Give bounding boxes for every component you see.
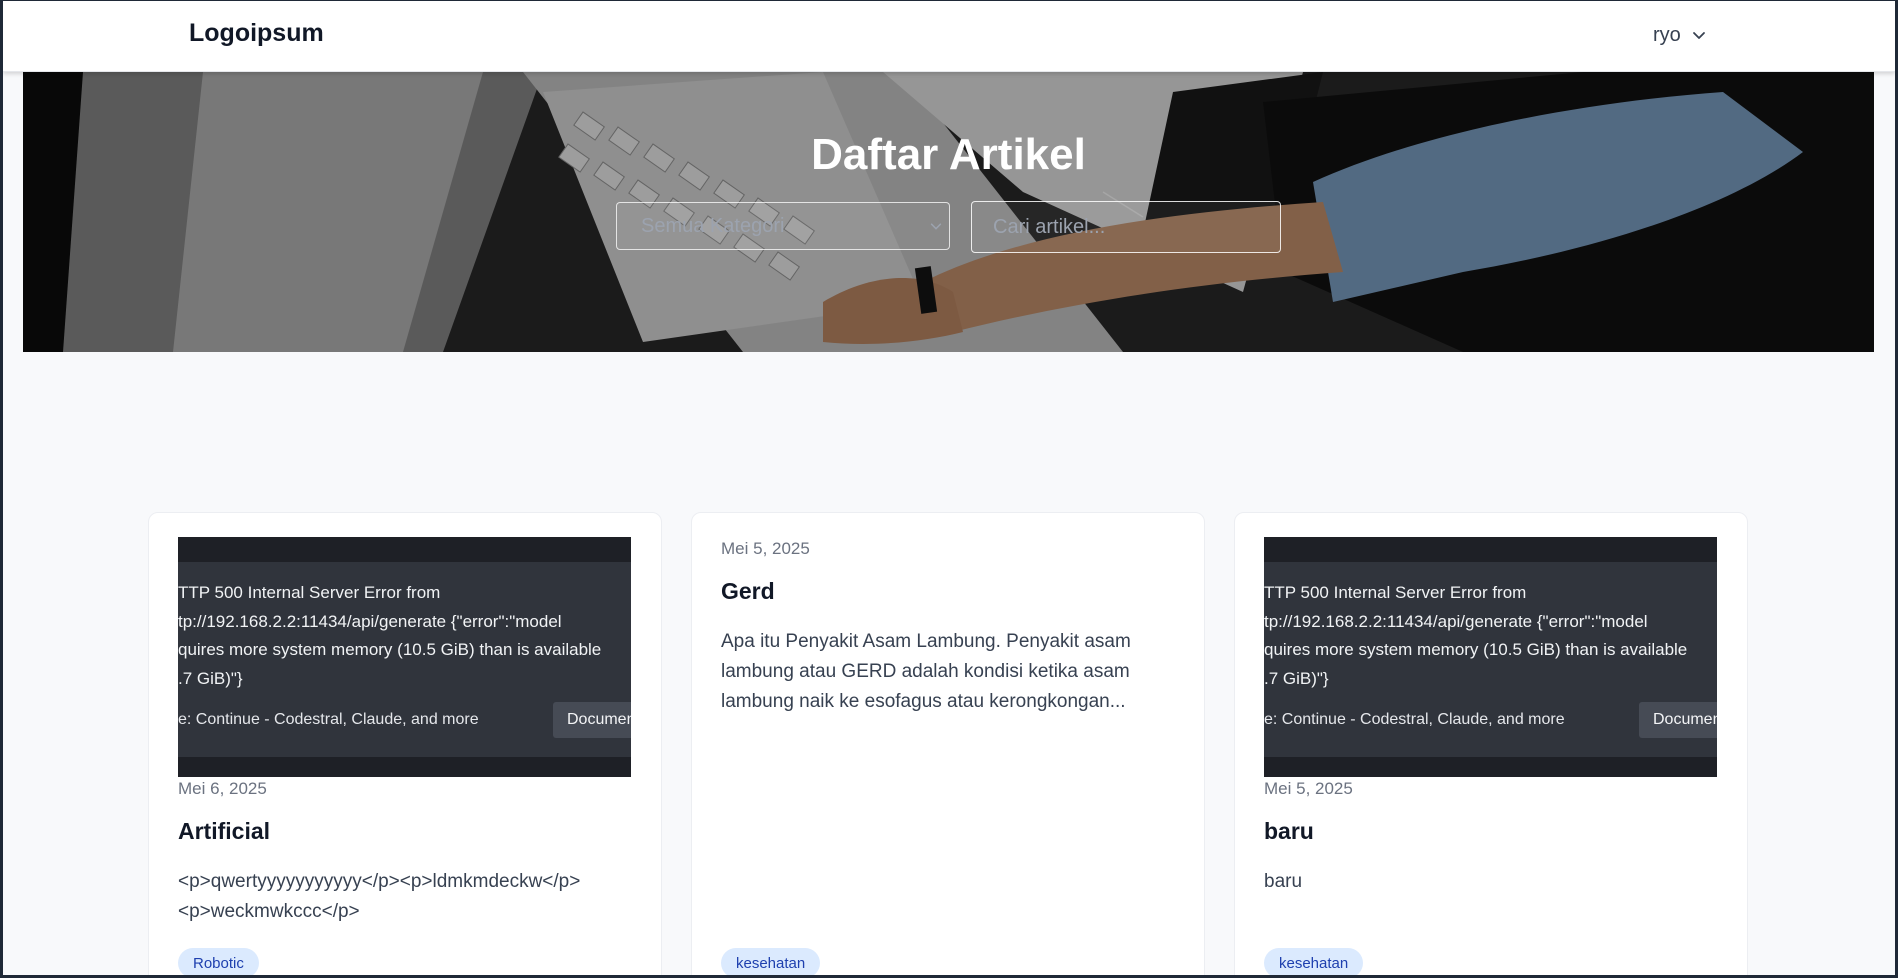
thumbnail-line: .7 GiB)"} (178, 668, 243, 688)
category-select-value: Semua Kategori (641, 215, 785, 237)
article-thumbnail[interactable]: TTP 500 Internal Server Error from tp://… (1264, 537, 1717, 777)
thumbnail-text: TTP 500 Internal Server Error from tp://… (1264, 579, 1717, 693)
article-date: Mei 5, 2025 (721, 539, 810, 558)
thumbnail-line: tp://192.168.2.2:11434/api/generate {"er… (1264, 611, 1648, 631)
article-card[interactable]: Mei 5, 2025 Gerd Apa itu Penyakit Asam L… (691, 512, 1205, 978)
article-title[interactable]: Artificial (178, 818, 270, 845)
logo[interactable]: Logoipsum (189, 19, 324, 48)
category-tag[interactable]: kesehatan (1264, 948, 1364, 978)
user-name: ryo (1653, 23, 1681, 46)
thumbnail-doc-button: Documentation (553, 702, 631, 738)
article-card[interactable]: TTP 500 Internal Server Error from tp://… (1234, 512, 1748, 978)
article-title[interactable]: Gerd (721, 578, 775, 605)
article-date: Mei 5, 2025 (1264, 779, 1353, 798)
article-excerpt: <p>qwertyyyyyyyyyyy</p><p>ldmkmdeckw</p>… (178, 871, 581, 922)
article-excerpt: Apa itu Penyakit Asam Lambung. Penyakit … (721, 631, 1131, 712)
thumbnail-line: .7 GiB)"} (1264, 668, 1329, 688)
article-thumbnail[interactable]: TTP 500 Internal Server Error from tp://… (178, 537, 631, 777)
category-select[interactable]: Semua Kategori (616, 202, 950, 250)
article-title[interactable]: baru (1264, 818, 1314, 845)
hero-banner: Daftar Artikel Semua Kategori Cari artik… (23, 72, 1874, 352)
chevron-down-icon (930, 223, 942, 230)
chevron-down-icon (1692, 32, 1705, 39)
thumbnail-line: TTP 500 Internal Server Error from (1264, 583, 1527, 602)
thumbnail-text: TTP 500 Internal Server Error from tp://… (178, 579, 631, 693)
thumbnail-line: tp://192.168.2.2:11434/api/generate {"er… (178, 611, 562, 631)
user-menu[interactable]: ryo (1653, 20, 1707, 50)
thumbnail-line: quires more system memory (10.5 GiB) tha… (178, 640, 602, 659)
thumbnail-source: e: Continue - Codestral, Claude, and mor… (178, 711, 479, 728)
navbar: Logoipsum ryo (3, 0, 1895, 72)
article-date: Mei 6, 2025 (178, 779, 267, 798)
category-tag[interactable]: kesehatan (721, 948, 821, 978)
page-title: Daftar Artikel (811, 130, 1086, 179)
thumbnail-source: e: Continue - Codestral, Claude, and mor… (1264, 711, 1565, 728)
search-input[interactable]: Cari artikel... (971, 201, 1281, 253)
thumbnail-doc-button: Documentation (1639, 702, 1717, 738)
search-placeholder: Cari artikel... (993, 216, 1106, 238)
category-tag[interactable]: Robotic (178, 948, 259, 978)
article-card[interactable]: TTP 500 Internal Server Error from tp://… (148, 512, 662, 978)
thumbnail-line: TTP 500 Internal Server Error from (178, 583, 441, 602)
thumbnail-line: quires more system memory (10.5 GiB) tha… (1264, 640, 1688, 659)
article-excerpt: baru (1264, 871, 1303, 892)
